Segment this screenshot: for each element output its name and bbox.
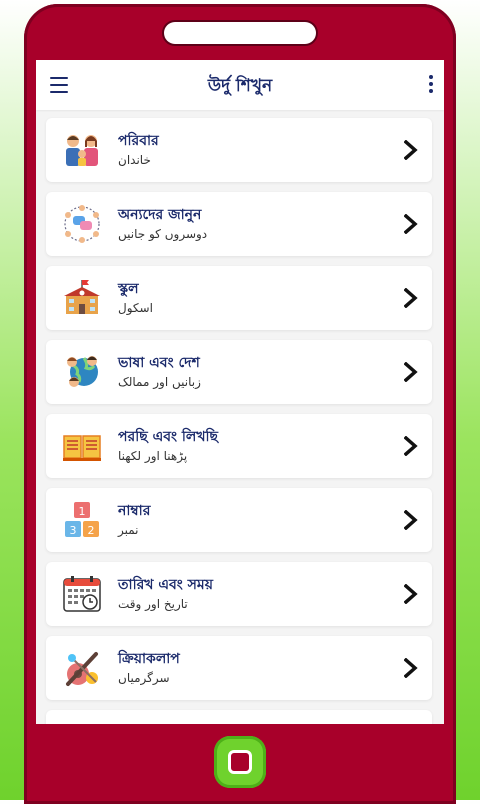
topic-subtitle: سرگرمیاں [118, 671, 170, 685]
topic-title: স্কুল [118, 281, 139, 297]
chevron-right-icon [404, 436, 418, 456]
svg-text:2: 2 [88, 524, 95, 537]
chevron-right-icon [404, 214, 418, 234]
topic-title: তারিখ এবং সময় [118, 577, 213, 593]
topic-card-school[interactable]: স্কুল اسکول [46, 266, 432, 330]
svg-text:3: 3 [70, 524, 77, 537]
topic-subtitle: دوسروں کو جانیں [118, 227, 208, 241]
globe-people-icon [67, 356, 98, 387]
chevron-right-icon [404, 362, 418, 382]
app-screen: উর্দু শিখুন পরিবার خاندان অন্যদের জানুন … [36, 60, 444, 724]
number-blocks-icon: 1 3 2 [65, 502, 99, 537]
phone-frame: উর্দু শিখুন পরিবার خاندان অন্যদের জানুন … [24, 4, 456, 804]
school-icon [64, 280, 100, 314]
chevron-right-icon [404, 288, 418, 308]
chevron-right-icon [404, 140, 418, 160]
topic-card-know-others[interactable]: অন্যদের জানুন دوسروں کو جانیں [46, 192, 432, 256]
topic-title: পরছি এবং লিখছি [118, 429, 219, 445]
chevron-right-icon [404, 658, 418, 678]
topic-subtitle: زبانیں اور ممالک [118, 375, 201, 389]
home-button[interactable] [214, 736, 266, 788]
phone-speaker [164, 22, 316, 44]
topic-card-numbers[interactable]: 1 3 2 নাম্বার نمبر [46, 488, 432, 552]
svg-text:1: 1 [79, 505, 86, 518]
family-icon [66, 135, 98, 166]
topic-title: নাম্বার [118, 503, 151, 519]
topic-subtitle: خاندان [118, 153, 151, 167]
calendar-clock-icon [63, 576, 101, 612]
topic-title: অন্যদের জানুন [118, 207, 202, 223]
app-bar: উর্দু শিখুন [36, 60, 444, 110]
chat-people-icon [64, 205, 100, 243]
topic-card-reading-writing[interactable]: পরছি এবং লিখছি پڑھنا اور لکھنا [46, 414, 432, 478]
chevron-right-icon [404, 584, 418, 604]
topic-title: ক্রিয়াকলাপ [118, 651, 180, 667]
page-title: উর্দু শিখুন [207, 76, 273, 96]
topic-title: পরিবার [118, 133, 159, 149]
topic-card-date-time[interactable]: তারিখ এবং সময় تاریخ اور وقت [46, 562, 432, 626]
topic-card-languages[interactable]: ভাষা এবং দেশ زبانیں اور ممالک [46, 340, 432, 404]
topic-card-next-partial[interactable] [46, 710, 432, 724]
topic-card-activities[interactable]: ক্রিয়াকলাপ سرگرمیاں [46, 636, 432, 700]
open-book-icon [63, 435, 101, 461]
activities-icon [66, 652, 98, 686]
topic-card-family[interactable]: পরিবার خاندان [46, 118, 432, 182]
more-vertical-icon[interactable] [428, 75, 434, 95]
topic-subtitle: تاریخ اور وقت [118, 597, 188, 611]
topic-subtitle: اسکول [118, 301, 153, 315]
topic-title: ভাষা এবং দেশ [118, 355, 200, 371]
topic-subtitle: پڑھنا اور لکھنا [118, 449, 188, 463]
chevron-right-icon [404, 510, 418, 530]
topic-subtitle: نمبر [118, 523, 139, 537]
